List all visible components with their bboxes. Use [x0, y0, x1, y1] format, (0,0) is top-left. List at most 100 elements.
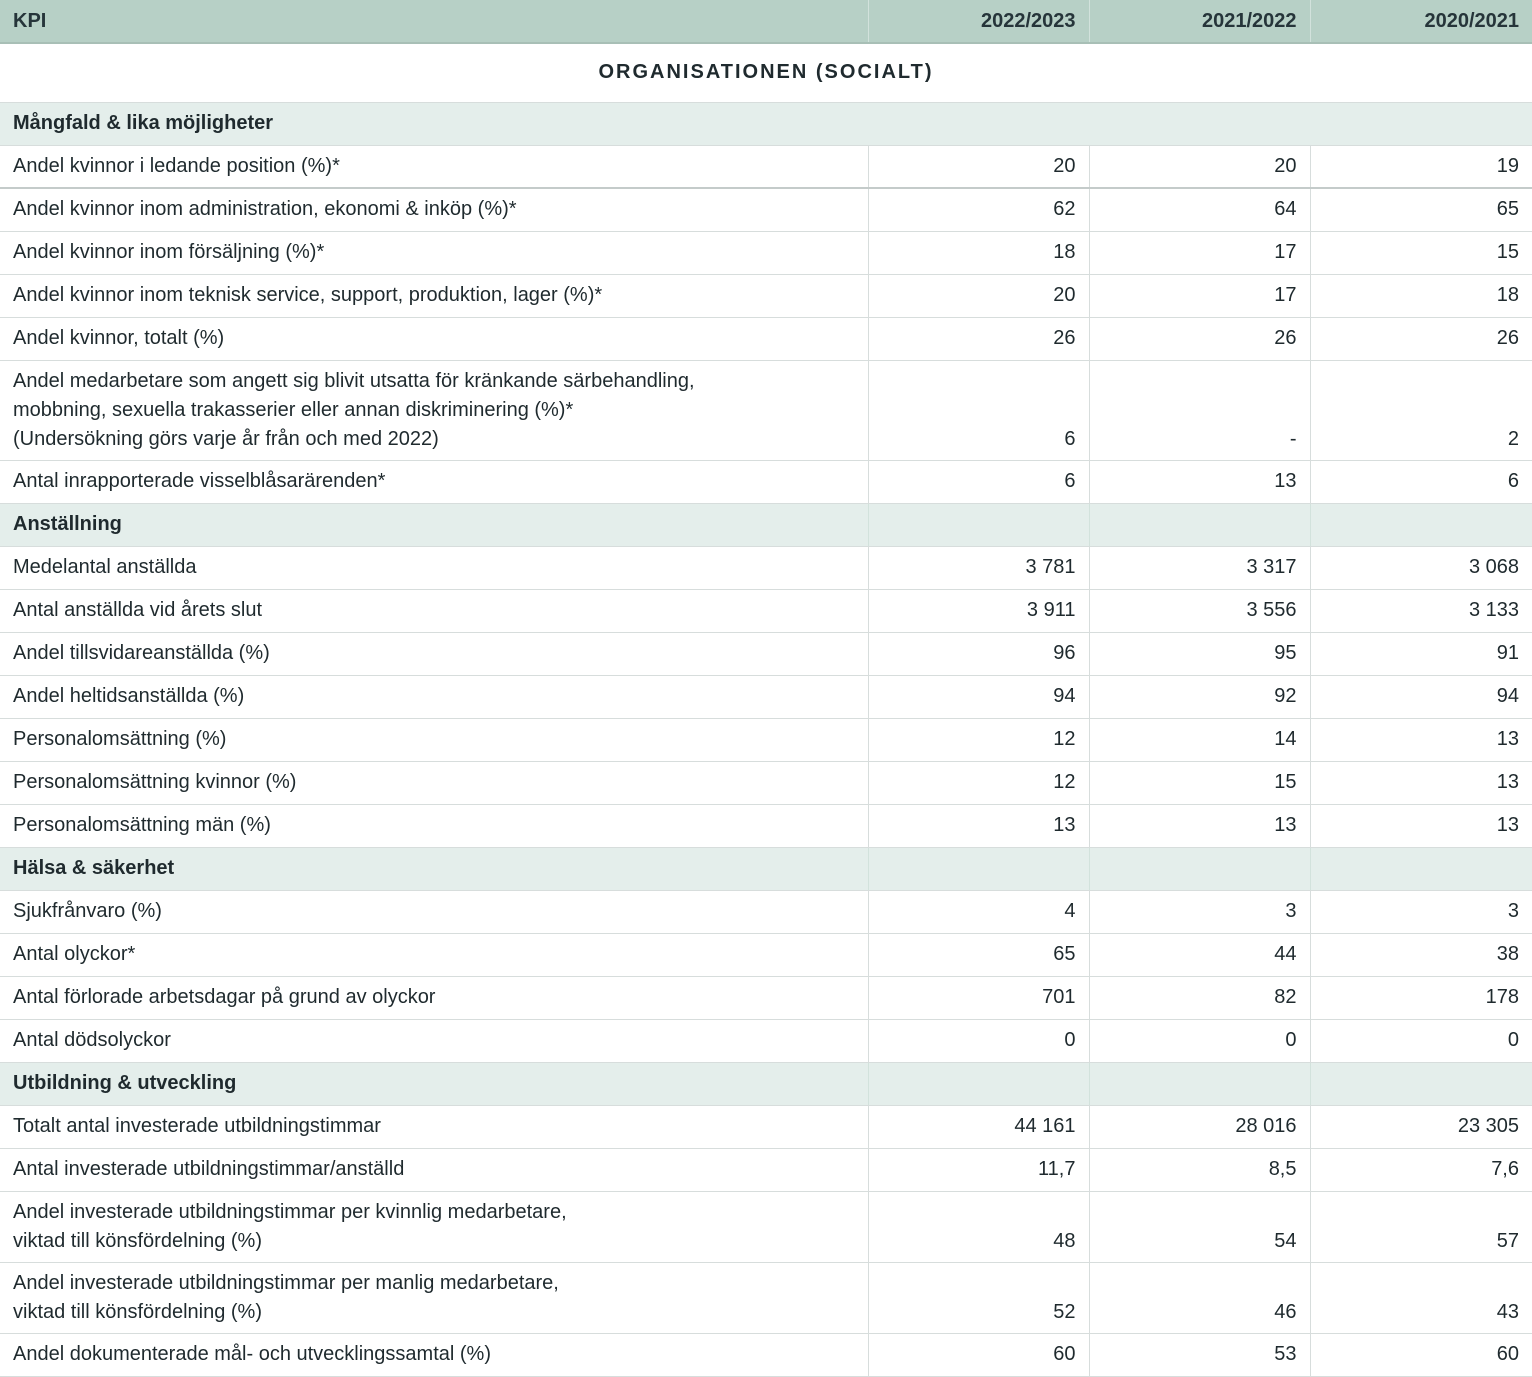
section-title: Anställning — [0, 503, 868, 547]
table-row: Andel investerade utbildningstimmar per … — [0, 1262, 1532, 1334]
section-empty-cell — [1309, 847, 1532, 891]
header-year: 2022/2023 — [867, 0, 1089, 44]
kpi-value: 54 — [1088, 1191, 1310, 1263]
kpi-value: 82 — [1088, 976, 1310, 1020]
kpi-value: 92 — [1088, 675, 1310, 719]
kpi-value: 3 068 — [1309, 546, 1532, 590]
kpi-label-line: (Undersökning görs varje år från och med… — [13, 427, 439, 450]
kpi-value: 53 — [1088, 1333, 1310, 1377]
kpi-value: 178 — [1309, 976, 1532, 1020]
kpi-value: 60 — [867, 1333, 1089, 1377]
kpi-value: 20 — [867, 274, 1089, 318]
table-row: Andel kvinnor inom administration, ekono… — [0, 188, 1532, 232]
kpi-value: 19 — [1309, 145, 1532, 189]
section-row: Hälsa & säkerhet — [0, 847, 1532, 891]
kpi-value: 46 — [1088, 1262, 1310, 1334]
kpi-value: 6 — [867, 360, 1089, 461]
kpi-label: Antal inrapporterade visselblåsarärenden… — [0, 460, 868, 504]
kpi-label: Andel investerade utbildningstimmar per … — [0, 1191, 868, 1263]
table-title: ORGANISATIONEN (SOCIALT) — [0, 43, 1532, 103]
kpi-value: 3 317 — [1088, 546, 1310, 590]
kpi-label-line: viktad till könsfördelning (%) — [13, 1229, 262, 1252]
kpi-value: 18 — [867, 231, 1089, 275]
table-row: Andel investerade utbildningstimmar per … — [0, 1191, 1532, 1263]
table-row: Andel medarbetare som angett sig blivit … — [0, 360, 1532, 461]
kpi-value: 62 — [867, 188, 1089, 232]
kpi-value: 3 781 — [867, 546, 1089, 590]
section-title: Utbildning & utveckling — [0, 1062, 868, 1106]
kpi-label: Antal dödsolyckor — [0, 1019, 868, 1063]
kpi-value: 0 — [1309, 1019, 1532, 1063]
kpi-value: 7,6 — [1309, 1148, 1532, 1192]
kpi-value: 23 305 — [1309, 1105, 1532, 1149]
table-row: Sjukfrånvaro (%) 4 3 3 — [0, 890, 1532, 934]
kpi-value: 65 — [867, 933, 1089, 977]
kpi-value: 17 — [1088, 231, 1310, 275]
kpi-value: 18 — [1309, 274, 1532, 318]
section-title: Mångfald & lika möjligheter — [0, 102, 1532, 146]
header-year: 2020/2021 — [1309, 0, 1532, 44]
header-kpi: KPI — [0, 0, 868, 44]
kpi-label: Personalomsättning kvinnor (%) — [0, 761, 868, 805]
section-empty-cell — [867, 503, 1089, 547]
kpi-value: 12 — [867, 718, 1089, 762]
kpi-label: Andel kvinnor, totalt (%) — [0, 317, 868, 361]
section-row: Mångfald & lika möjligheter — [0, 102, 1532, 146]
kpi-value: 13 — [867, 804, 1089, 848]
table-row: Antal anställda vid årets slut 3 911 3 556… — [0, 589, 1532, 633]
section-empty-cell — [1088, 847, 1310, 891]
section-empty-cell — [1309, 503, 1532, 547]
kpi-table: KPI 2022/2023 2021/2022 2020/2021 ORGANI… — [0, 0, 1532, 1377]
table-title-row: ORGANISATIONEN (SOCIALT) — [0, 43, 1532, 103]
kpi-value: 44 161 — [867, 1105, 1089, 1149]
kpi-value: 13 — [1088, 460, 1310, 504]
table-row: Andel kvinnor inom försäljning (%)* 18 17 1… — [0, 231, 1532, 275]
kpi-value: 26 — [867, 317, 1089, 361]
kpi-label: Andel kvinnor inom administration, ekono… — [0, 188, 868, 232]
kpi-label: Andel dokumenterade mål- och utvecklings… — [0, 1333, 868, 1377]
kpi-value: 28 016 — [1088, 1105, 1310, 1149]
kpi-value: 13 — [1309, 718, 1532, 762]
section-row: Utbildning & utveckling — [0, 1062, 1532, 1106]
kpi-value: 20 — [867, 145, 1089, 189]
kpi-value: 43 — [1309, 1262, 1532, 1334]
kpi-value: 57 — [1309, 1191, 1532, 1263]
kpi-label-line: Andel medarbetare som angett sig blivit … — [13, 369, 695, 392]
kpi-value: 3 556 — [1088, 589, 1310, 633]
kpi-value: 8,5 — [1088, 1148, 1310, 1192]
header-row: KPI 2022/2023 2021/2022 2020/2021 — [0, 0, 1532, 44]
table-row: Antal investerade utbildningstimmar/anst… — [0, 1148, 1532, 1192]
kpi-label: Antal anställda vid årets slut — [0, 589, 868, 633]
kpi-label: Andel kvinnor inom teknisk service, supp… — [0, 274, 868, 318]
kpi-value: 13 — [1309, 804, 1532, 848]
kpi-value: - — [1088, 360, 1310, 461]
kpi-value: 11,7 — [867, 1148, 1089, 1192]
kpi-value: 95 — [1088, 632, 1310, 676]
table-row: Andel kvinnor inom teknisk service, supp… — [0, 274, 1532, 318]
kpi-value: 26 — [1088, 317, 1310, 361]
section-empty-cell — [1309, 1062, 1532, 1106]
kpi-value: 15 — [1088, 761, 1310, 805]
kpi-value: 6 — [867, 460, 1089, 504]
table-row: Personalomsättning (%) 12 14 13 — [0, 718, 1532, 762]
kpi-label-line: mobbning, sexuella trakasserier eller an… — [13, 398, 574, 421]
kpi-value: 52 — [867, 1262, 1089, 1334]
kpi-label-line: Andel investerade utbildningstimmar per … — [13, 1200, 567, 1223]
table-row: Antal olyckor* 65 44 38 — [0, 933, 1532, 977]
kpi-value: 64 — [1088, 188, 1310, 232]
kpi-value: 48 — [867, 1191, 1089, 1263]
kpi-label-line: Andel investerade utbildningstimmar per … — [13, 1271, 559, 1294]
kpi-value: 26 — [1309, 317, 1532, 361]
kpi-value: 14 — [1088, 718, 1310, 762]
table-row: Andel dokumenterade mål- och utvecklings… — [0, 1333, 1532, 1377]
table-row: Totalt antal investerade utbildningstimm… — [0, 1105, 1532, 1149]
section-empty-cell — [867, 847, 1089, 891]
kpi-value: 15 — [1309, 231, 1532, 275]
kpi-value: 4 — [867, 890, 1089, 934]
kpi-value: 0 — [867, 1019, 1089, 1063]
table-row: Personalomsättning kvinnor (%) 12 15 13 — [0, 761, 1532, 805]
kpi-value: 91 — [1309, 632, 1532, 676]
kpi-value: 94 — [1309, 675, 1532, 719]
header-year: 2021/2022 — [1088, 0, 1310, 44]
table-row: Medelantal anställda 3 781 3 317 3 068 — [0, 546, 1532, 590]
